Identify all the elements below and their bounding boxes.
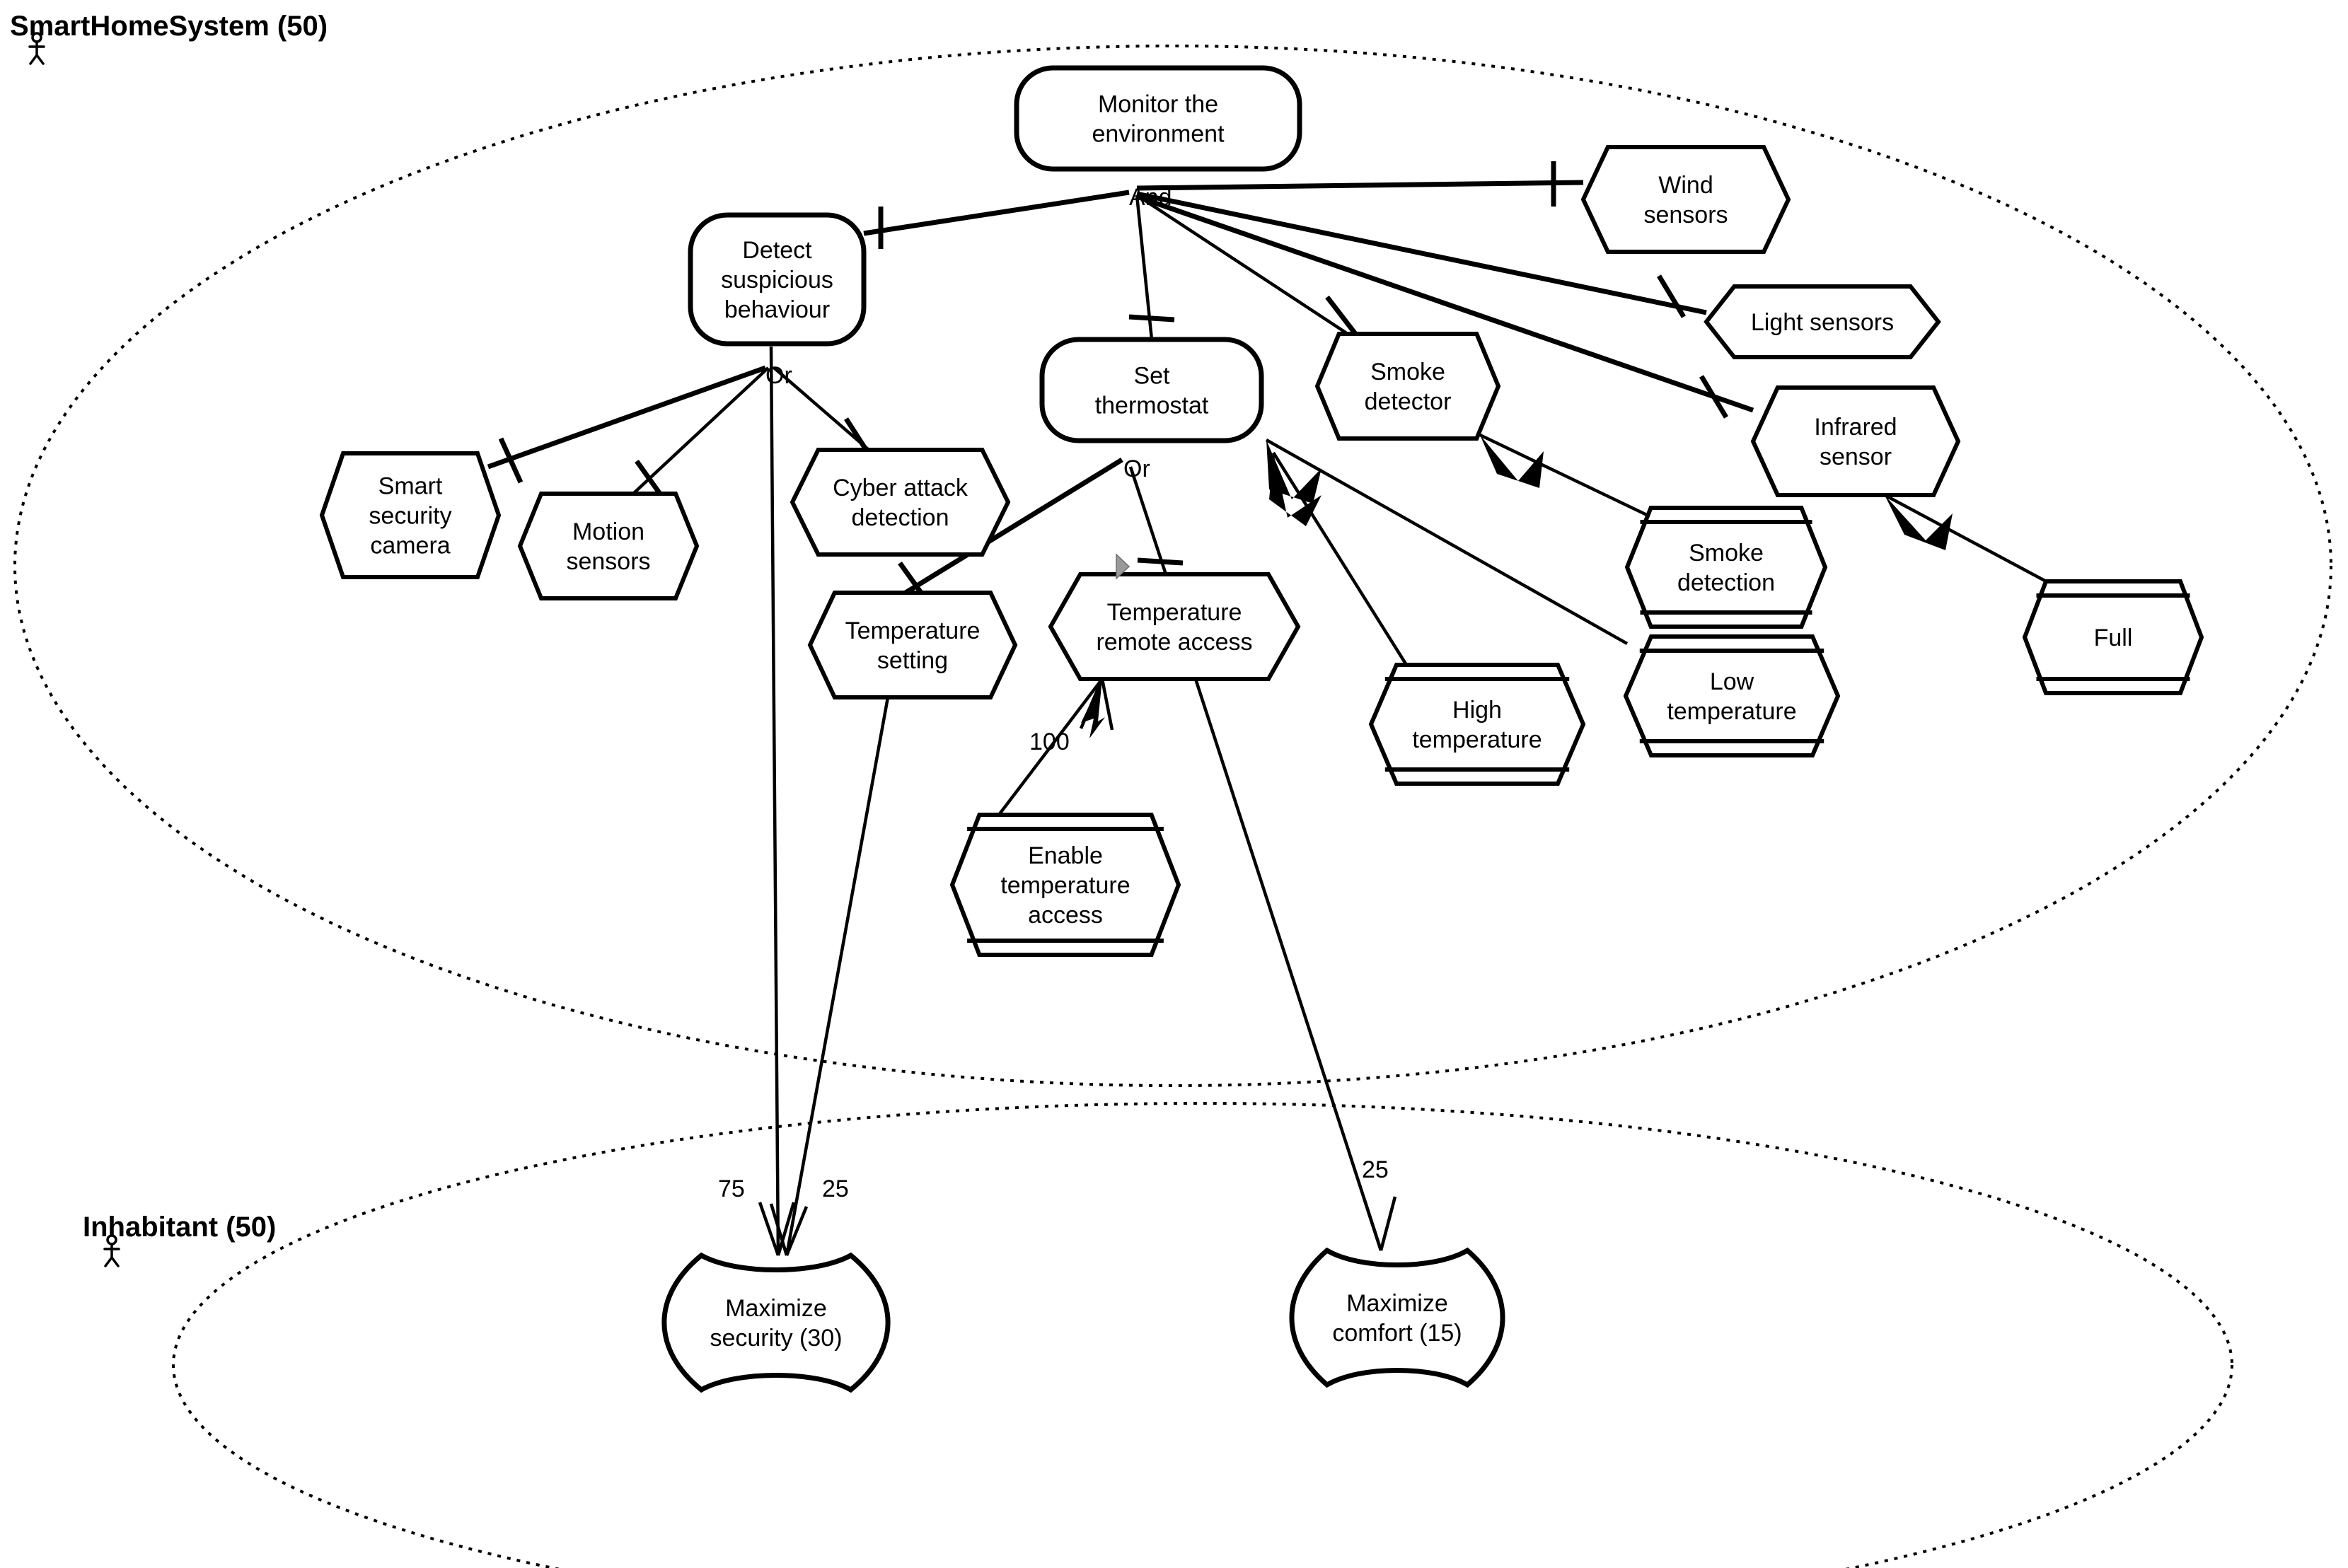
actor-title-smarthomesystem: SmartHomeSystem (50) xyxy=(10,11,328,42)
softgoal-cloud xyxy=(661,1252,891,1393)
node-label-smart_camera: Smart security camera xyxy=(369,473,451,559)
node-infrared_sensor[interactable]: Infrared sensor xyxy=(1750,385,1961,497)
node-wind_sensors[interactable]: Wind sensors xyxy=(1580,145,1791,254)
node-max_comfort[interactable]: Maximize comfort (15) xyxy=(1289,1247,1505,1388)
weight-label-w75: 75 xyxy=(718,1175,745,1202)
indicator-hexagon xyxy=(1624,506,1828,629)
resource-hexagon xyxy=(807,591,1018,699)
link-detect-to-smart-camera[interactable] xyxy=(487,365,767,484)
link-low-temp-to-thermostat[interactable] xyxy=(1265,439,1629,645)
node-set_thermostat[interactable]: Set thermostat xyxy=(1039,337,1264,443)
link-temp-setting-to-max-security[interactable] xyxy=(769,697,890,1256)
resource-hexagon xyxy=(790,448,1011,557)
node-monitor_env[interactable]: Monitor the environment xyxy=(1014,65,1302,172)
node-detect_suspicious[interactable]: Detect suspicious behaviour xyxy=(688,212,867,347)
actor-title-inhabitant: Inhabitant (50) xyxy=(83,1212,276,1243)
weight-label-w100: 100 xyxy=(1029,728,1070,755)
node-smoke_detection[interactable]: Smoke detection xyxy=(1624,506,1828,629)
resource-hexagon xyxy=(1314,332,1501,441)
weight-label-w25a: 25 xyxy=(822,1175,849,1202)
node-enable_temp[interactable]: Enable temperature access xyxy=(949,813,1181,957)
junction-label-or_detect: Or xyxy=(765,362,792,389)
node-temp_remote[interactable]: Temperature remote access xyxy=(1048,572,1301,681)
node-light_sensors[interactable]: Light sensors xyxy=(1704,284,1941,359)
resource-hexagon xyxy=(1580,145,1791,254)
link-detect-to-motion-sensors[interactable] xyxy=(632,366,770,503)
nodes-layer: Monitor the environment Detect suspicious be… xyxy=(319,65,2204,1393)
node-label-light_sensors: Light sensors xyxy=(1751,309,1894,336)
node-label-full: Full xyxy=(2094,625,2133,651)
task-rounded-rect xyxy=(1014,65,1302,172)
indicator-hexagon xyxy=(1368,663,1586,786)
junction-label-or_thermo: Or xyxy=(1123,455,1150,482)
diagram-canvas: Monitor the environment Detect suspicious be… xyxy=(0,0,2348,1568)
link-full-to-infrared-sensor[interactable] xyxy=(1883,494,2050,584)
link-smoke-detection-to-smoke-detector[interactable] xyxy=(1479,433,1650,518)
actor-boundary-inhabitant xyxy=(172,1102,2233,1568)
goal-model-diagram: Monitor the environment Detect suspicious be… xyxy=(10,11,2332,1568)
node-cyber_attack[interactable]: Cyber attack detection xyxy=(790,448,1011,557)
node-full[interactable]: Full xyxy=(2022,579,2204,695)
node-temp_setting[interactable]: Temperature setting xyxy=(807,591,1018,699)
weight-label-w25b: 25 xyxy=(1362,1156,1389,1183)
node-low_temp[interactable]: Low temperature xyxy=(1623,634,1841,757)
link-monitor-to-detect[interactable] xyxy=(863,190,1130,249)
node-motion_sensors[interactable]: Motion sensors xyxy=(517,492,700,600)
node-max_security[interactable]: Maximize security (30) xyxy=(661,1252,891,1393)
node-high_temp[interactable]: High temperature xyxy=(1368,663,1586,786)
task-rounded-rect xyxy=(1039,337,1264,443)
link-detect-to-max-security[interactable] xyxy=(758,346,796,1256)
resource-hexagon xyxy=(1750,385,1961,497)
resource-hexagon xyxy=(1048,572,1301,681)
link-thermostat-to-temp-remote[interactable] xyxy=(1128,466,1184,575)
actor-boundaries xyxy=(13,45,2332,1568)
resource-hexagon xyxy=(517,492,700,600)
actor-titles: SmartHomeSystem (50) Inhabitant (50) xyxy=(10,11,328,1267)
junction-label-and_monitor: And xyxy=(1129,184,1172,211)
indicator-hexagon xyxy=(1623,634,1841,757)
node-smart_camera[interactable]: Smart security camera xyxy=(319,451,502,579)
node-smoke_detector[interactable]: Smoke detector xyxy=(1314,332,1501,441)
softgoal-cloud xyxy=(1289,1247,1505,1388)
